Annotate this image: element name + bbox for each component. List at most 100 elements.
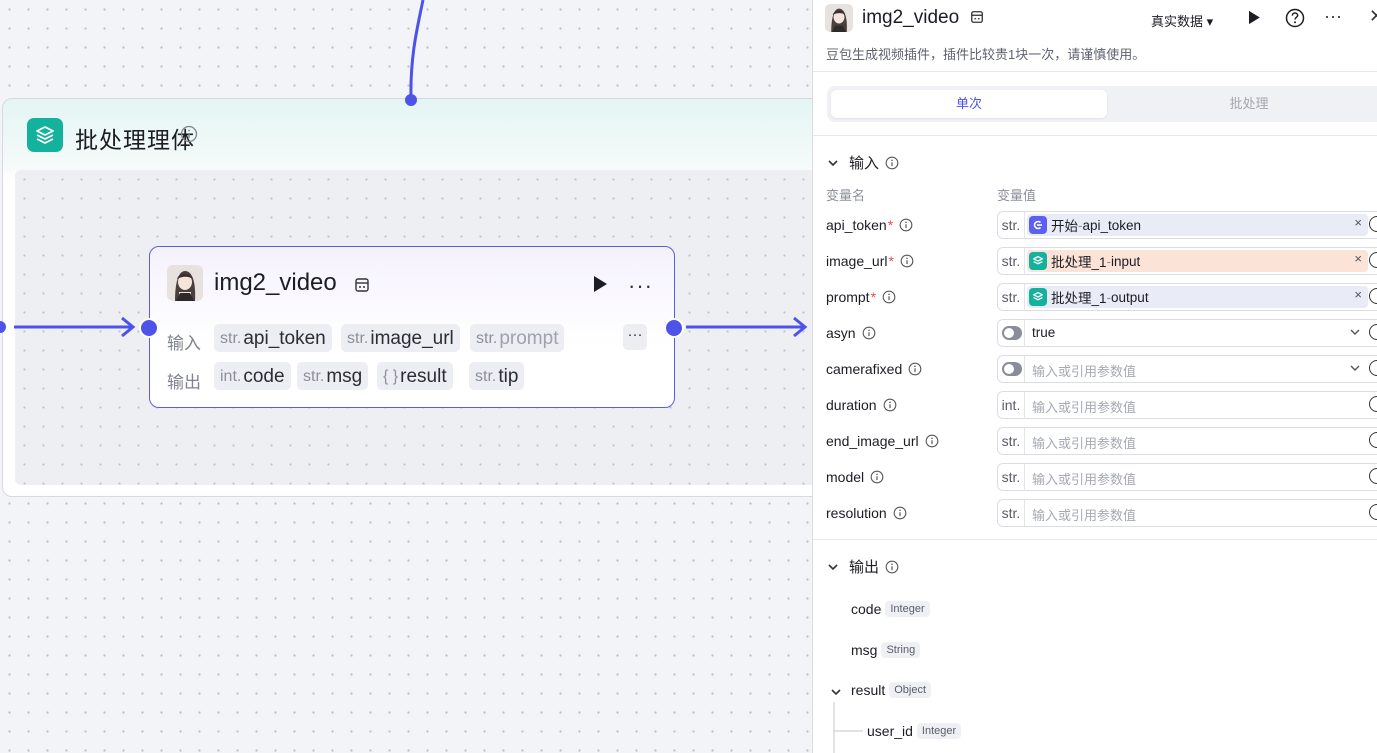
close-icon[interactable]: ✕ bbox=[1369, 6, 1377, 27]
toggle-icon bbox=[1002, 362, 1022, 376]
batch-input-port[interactable] bbox=[405, 94, 417, 106]
run-mode-tabs: 单次 批处理 bbox=[827, 86, 1377, 122]
info-icon[interactable] bbox=[925, 434, 939, 448]
variable-value-field[interactable]: str. 输入或引用参数值 bbox=[997, 463, 1377, 491]
variable-name: end_image_url bbox=[826, 433, 919, 449]
variable-name: prompt bbox=[826, 289, 870, 305]
chevron-down-icon[interactable] bbox=[830, 686, 842, 698]
run-node-button[interactable] bbox=[592, 275, 608, 298]
info-icon[interactable] bbox=[882, 290, 896, 304]
reference-source: 批处理_1 bbox=[1051, 291, 1107, 306]
variable-value-field[interactable]: int. 输入或引用参数值 bbox=[997, 391, 1377, 419]
plugin-avatar bbox=[167, 265, 203, 301]
variable-value-field[interactable]: str. 开始 - api_token × bbox=[997, 211, 1377, 239]
output-name: code bbox=[851, 601, 882, 617]
info-icon[interactable] bbox=[900, 254, 914, 268]
input-section-header[interactable]: 输入 bbox=[827, 152, 899, 173]
info-icon[interactable] bbox=[862, 326, 876, 340]
data-mode-dropdown[interactable]: 真实数据 ▾ bbox=[1151, 11, 1213, 30]
reference-variable: api_token bbox=[1082, 217, 1142, 233]
output-name: result bbox=[851, 682, 886, 698]
output-type-tag: Integer bbox=[885, 601, 930, 617]
variable-value-field[interactable]: str. 批处理_1 - output × bbox=[997, 283, 1377, 311]
tab-single[interactable]: 单次 bbox=[831, 90, 1107, 118]
type-badge: str. bbox=[998, 500, 1025, 526]
plugin-avatar bbox=[825, 4, 853, 32]
info-icon[interactable] bbox=[899, 218, 913, 232]
divider bbox=[813, 539, 1377, 540]
select-placeholder: 输入或引用参数值 bbox=[1032, 364, 1137, 379]
variable-value-field[interactable]: str. 批处理_1 - input × bbox=[997, 247, 1377, 275]
chevron-down-icon bbox=[1350, 329, 1360, 335]
variable-value-field[interactable]: str. 输入或引用参数值 bbox=[997, 499, 1377, 527]
layers-icon bbox=[1029, 252, 1047, 270]
input-row-asyn: asyn true bbox=[813, 318, 1377, 348]
node-output-label: 输出 bbox=[167, 373, 201, 392]
variable-name: resolution bbox=[826, 505, 887, 521]
output-section-header[interactable]: 输出 bbox=[827, 556, 899, 577]
reference-tag: 批处理_1 - input × bbox=[1027, 250, 1368, 272]
info-icon[interactable] bbox=[893, 506, 907, 520]
img2-video-node[interactable]: img2_video ··· 输入 str. api_token str. imag… bbox=[149, 246, 675, 408]
tab-batch[interactable]: 批处理 bbox=[1113, 90, 1377, 118]
type-badge: str. bbox=[998, 284, 1025, 310]
node-config-panel: img2_video 真实数据 ▾ ··· ✕ 豆包生成视频插件，插件比较贵1块… bbox=[812, 0, 1377, 753]
input-placeholder: 输入或引用参数值 bbox=[1032, 436, 1137, 451]
input-placeholder: 输入或引用参数值 bbox=[1032, 472, 1137, 487]
output-name: user_id bbox=[867, 723, 913, 739]
output-child-item: user_id Integer bbox=[867, 723, 962, 739]
input-row-resolution: resolution str. 输入或引用参数值 bbox=[813, 498, 1377, 528]
info-icon[interactable] bbox=[885, 560, 899, 574]
node-output-chip: str. msg bbox=[297, 362, 369, 390]
column-header-value: 变量值 bbox=[997, 188, 1037, 203]
help-icon[interactable] bbox=[1285, 8, 1305, 33]
output-type-tag: String bbox=[881, 642, 921, 658]
boolean-select[interactable]: true bbox=[997, 319, 1377, 347]
variable-name: api_token bbox=[826, 217, 887, 233]
node-more-button[interactable]: ··· bbox=[628, 273, 653, 299]
chevron-down-icon bbox=[1350, 365, 1360, 371]
info-icon[interactable] bbox=[180, 125, 198, 148]
required-mark: * bbox=[888, 253, 894, 269]
output-section-title: 输出 bbox=[849, 559, 880, 576]
remove-reference-button[interactable]: × bbox=[1354, 287, 1362, 302]
boolean-type-badge bbox=[998, 356, 1025, 382]
node-input-chip: str. api_token bbox=[214, 324, 332, 352]
input-row-api-token: api_token * str. 开始 - api_token × bbox=[813, 210, 1377, 240]
input-row-duration: duration int. 输入或引用参数值 bbox=[813, 390, 1377, 420]
panel-title: img2_video bbox=[862, 7, 960, 28]
workflow-canvas[interactable]: 批处理理体 img2_video ··· 输入 str. api_token st… bbox=[0, 0, 835, 753]
info-icon[interactable] bbox=[883, 398, 897, 412]
required-mark: * bbox=[887, 217, 894, 233]
node-output-chip: str. tip bbox=[469, 362, 525, 390]
node-inputs-more-button[interactable]: ··· bbox=[623, 324, 647, 350]
panel-more-button[interactable]: ··· bbox=[1324, 6, 1342, 27]
layers-icon bbox=[1029, 288, 1047, 306]
info-icon[interactable] bbox=[908, 362, 922, 376]
input-row-model: model str. 输入或引用参数值 bbox=[813, 462, 1377, 492]
input-placeholder: 输入或引用参数值 bbox=[1032, 400, 1137, 415]
node-input-port[interactable] bbox=[139, 318, 159, 338]
type-badge: str. bbox=[998, 464, 1025, 490]
edge-top bbox=[409, 0, 425, 100]
plugin-store-icon bbox=[354, 277, 370, 298]
info-icon[interactable] bbox=[870, 470, 884, 484]
variable-name: camerafixed bbox=[826, 361, 903, 377]
output-type-tag: Object bbox=[889, 682, 932, 698]
type-badge: str. bbox=[998, 212, 1025, 238]
info-icon[interactable] bbox=[885, 156, 899, 170]
remove-reference-button[interactable]: × bbox=[1354, 215, 1362, 230]
output-item: result Object bbox=[851, 682, 932, 698]
run-test-button[interactable] bbox=[1247, 10, 1261, 30]
node-output-port[interactable] bbox=[664, 318, 684, 338]
boolean-select[interactable]: 输入或引用参数值 bbox=[997, 355, 1377, 383]
node-input-label: 输入 bbox=[167, 334, 201, 353]
remove-reference-button[interactable]: × bbox=[1354, 251, 1362, 266]
variable-value-field[interactable]: str. 输入或引用参数值 bbox=[997, 427, 1377, 455]
divider bbox=[813, 135, 1377, 136]
type-badge: int. bbox=[998, 392, 1025, 418]
node-output-chip: { } result bbox=[377, 362, 453, 390]
input-row-prompt: prompt * str. 批处理_1 - output × bbox=[813, 282, 1377, 312]
node-output-chip: int. code bbox=[214, 362, 291, 390]
type-badge: str. bbox=[998, 428, 1025, 454]
